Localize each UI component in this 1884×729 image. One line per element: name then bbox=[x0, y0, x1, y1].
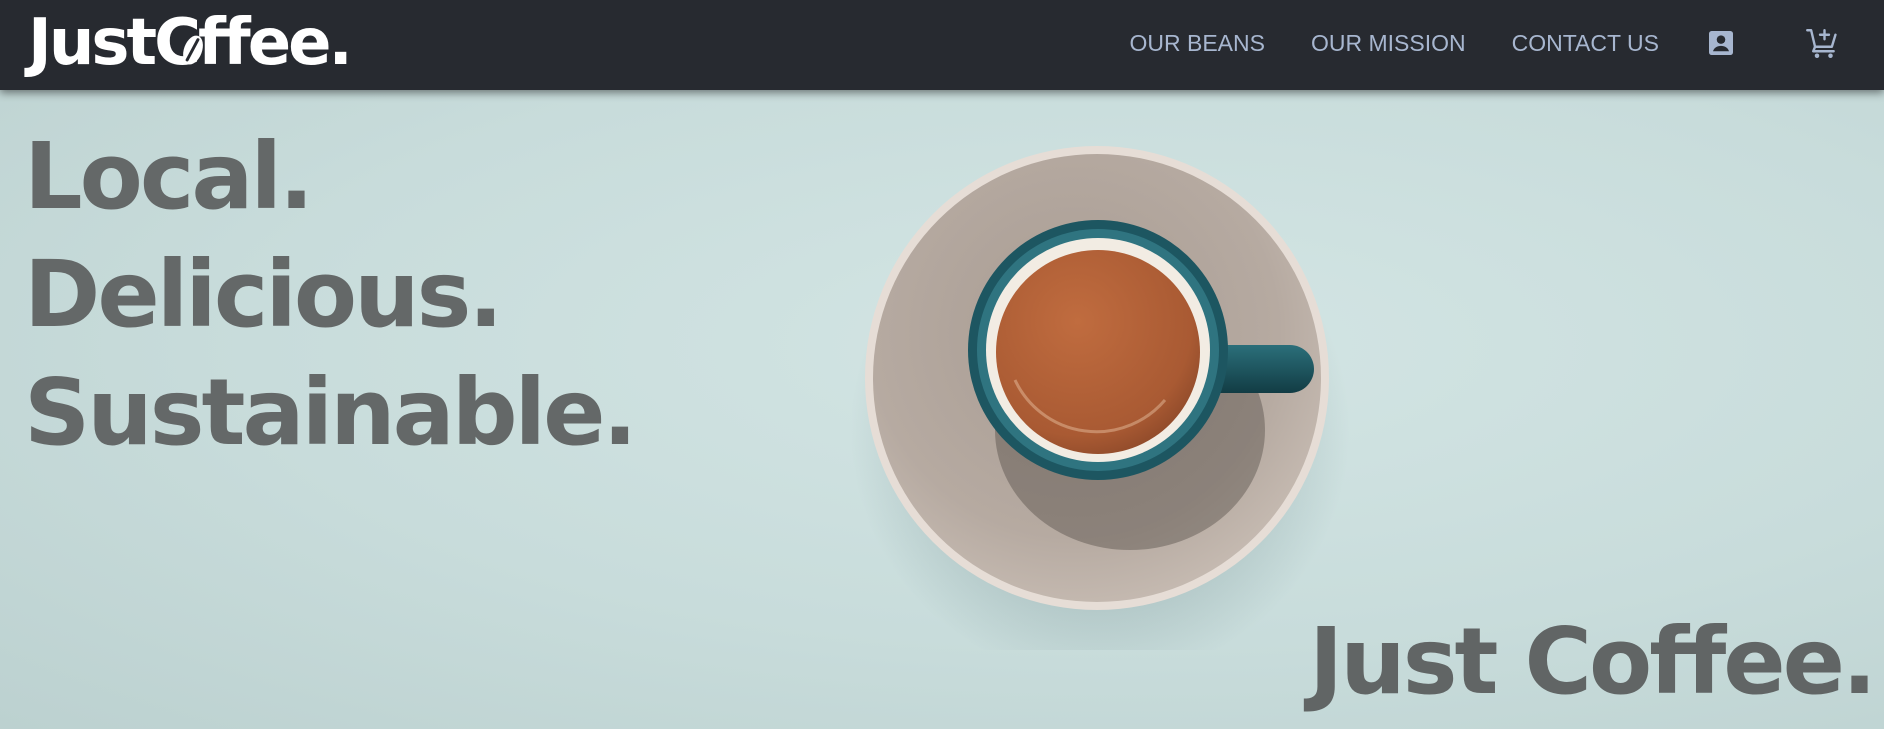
coffee-cup-photo bbox=[850, 146, 1350, 650]
tagline-sustainable: Sustainable. bbox=[24, 359, 637, 466]
add-shopping-cart-icon[interactable] bbox=[1804, 24, 1842, 62]
logo-text-ffee: ffee. bbox=[198, 6, 353, 80]
hero-section: Local. Delicious. Sustainable. Just Coff… bbox=[0, 90, 1884, 729]
brand-logo[interactable]: Just Cffee. bbox=[28, 0, 353, 86]
account-box-icon[interactable] bbox=[1702, 24, 1740, 62]
logo-text-just: Just bbox=[28, 6, 157, 80]
coffee-surface bbox=[996, 250, 1200, 454]
tagline-local: Local. bbox=[24, 123, 314, 230]
nav-link-contact-us[interactable]: CONTACT US bbox=[1512, 30, 1659, 57]
navbar: Just Cffee. OUR BEANS OUR MISSION CONTACT… bbox=[0, 0, 1884, 90]
logo-text-c: C bbox=[154, 11, 207, 75]
main-nav: OUR BEANS OUR MISSION CONTACT US bbox=[1130, 0, 1660, 86]
nav-link-our-beans[interactable]: OUR BEANS bbox=[1130, 30, 1265, 57]
hero-tagline: Local. Delicious. Sustainable. bbox=[24, 118, 637, 472]
hero-brand-line: Just Coffee. bbox=[1308, 608, 1877, 715]
tagline-delicious: Delicious. bbox=[24, 241, 503, 348]
nav-link-our-mission[interactable]: OUR MISSION bbox=[1311, 30, 1466, 57]
